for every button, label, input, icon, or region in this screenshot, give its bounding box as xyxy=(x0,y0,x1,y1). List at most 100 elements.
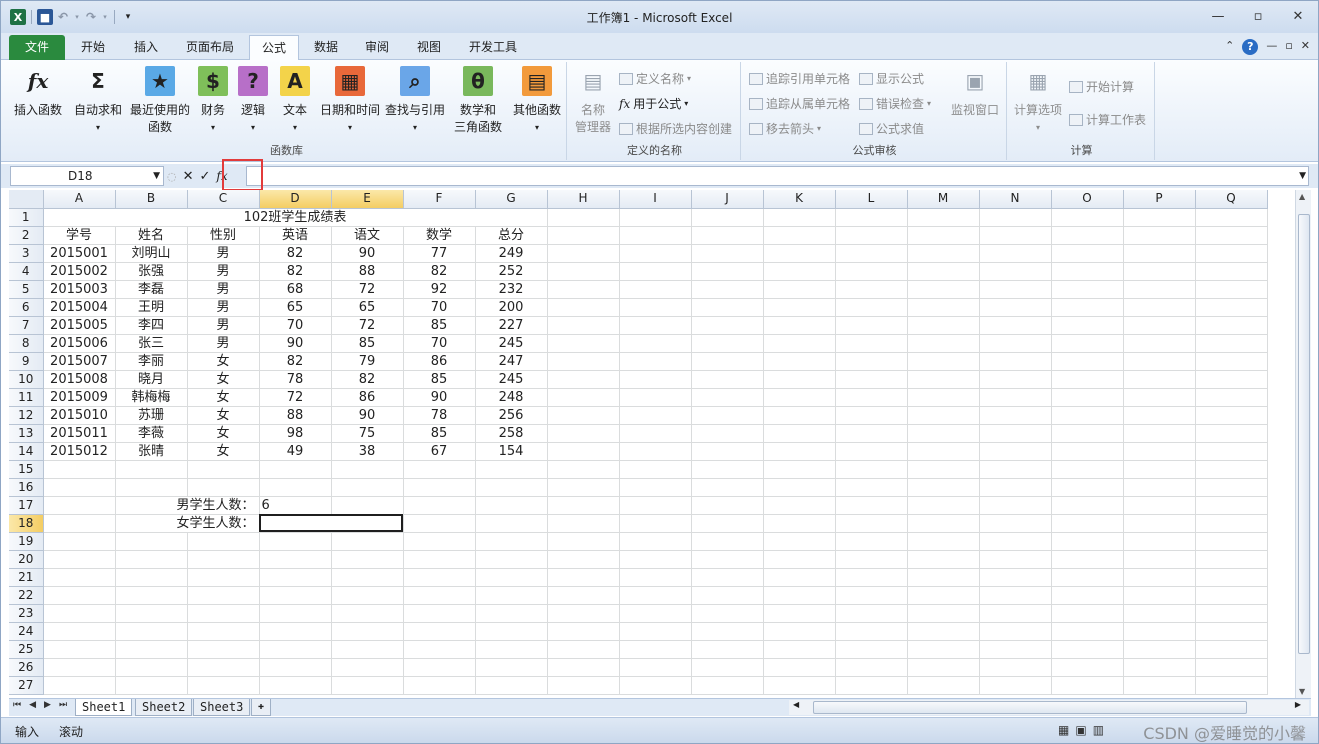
cell[interactable] xyxy=(547,478,620,497)
data-cell[interactable]: 90 xyxy=(403,388,476,407)
cell[interactable] xyxy=(979,352,1052,371)
cell[interactable] xyxy=(619,550,692,569)
cell[interactable] xyxy=(331,496,404,515)
cell[interactable] xyxy=(331,604,404,623)
cell[interactable] xyxy=(403,622,476,641)
data-cell[interactable]: 92 xyxy=(403,280,476,299)
excel-logo-icon[interactable]: X xyxy=(10,9,26,25)
page-layout-view-icon[interactable]: ▣ xyxy=(1075,723,1086,737)
select-all-corner[interactable] xyxy=(9,190,44,209)
evaluate-formula-button[interactable]: 公式求值 xyxy=(859,120,924,137)
cell[interactable] xyxy=(619,658,692,677)
data-cell[interactable]: 88 xyxy=(331,262,404,281)
cell[interactable] xyxy=(1051,676,1124,695)
cell[interactable] xyxy=(1051,424,1124,443)
cell[interactable] xyxy=(331,658,404,677)
cell[interactable] xyxy=(259,568,332,587)
cell[interactable] xyxy=(43,640,116,659)
cell[interactable] xyxy=(1051,550,1124,569)
data-cell[interactable]: 李四 xyxy=(115,316,188,335)
cell[interactable] xyxy=(1123,514,1196,533)
cell[interactable] xyxy=(1195,640,1268,659)
data-cell[interactable]: 李薇 xyxy=(115,424,188,443)
cell[interactable] xyxy=(259,550,332,569)
data-cell[interactable]: 75 xyxy=(331,424,404,443)
tab-view[interactable]: 视图 xyxy=(405,35,453,60)
cell[interactable] xyxy=(619,388,692,407)
cell[interactable] xyxy=(1195,658,1268,677)
data-cell[interactable]: 90 xyxy=(259,334,332,353)
cell[interactable] xyxy=(835,568,908,587)
cell[interactable] xyxy=(691,262,764,281)
cell[interactable] xyxy=(619,514,692,533)
row-header[interactable]: 6 xyxy=(9,298,44,317)
cell[interactable] xyxy=(1051,226,1124,245)
cell[interactable] xyxy=(619,298,692,317)
column-header-i[interactable]: I xyxy=(619,190,692,209)
cell[interactable] xyxy=(547,226,620,245)
row-header[interactable]: 17 xyxy=(9,496,44,515)
cell[interactable] xyxy=(115,460,188,479)
cell[interactable] xyxy=(547,316,620,335)
cell[interactable] xyxy=(475,622,548,641)
cell[interactable] xyxy=(1123,226,1196,245)
cell[interactable] xyxy=(763,676,836,695)
cell[interactable] xyxy=(403,604,476,623)
redo-dropdown-icon[interactable]: ▾ xyxy=(101,9,109,25)
data-cell[interactable]: 女 xyxy=(187,442,260,461)
autosum-button[interactable]: Σ 自动求和 ▾ xyxy=(71,66,125,136)
data-cell[interactable]: 2015003 xyxy=(43,280,116,299)
data-cell[interactable]: 90 xyxy=(331,406,404,425)
cell[interactable] xyxy=(1123,496,1196,515)
column-header-d[interactable]: D xyxy=(259,190,332,209)
cell[interactable] xyxy=(331,460,404,479)
cell[interactable] xyxy=(403,550,476,569)
cell[interactable] xyxy=(691,208,764,227)
more-functions-button[interactable]: ▤ 其他函数 ▾ xyxy=(509,66,565,136)
cell[interactable] xyxy=(619,262,692,281)
data-cell[interactable]: 49 xyxy=(259,442,332,461)
data-cell[interactable]: 男 xyxy=(187,280,260,299)
cell[interactable] xyxy=(1051,208,1124,227)
cell[interactable] xyxy=(403,586,476,605)
row-header[interactable]: 4 xyxy=(9,262,44,281)
cell[interactable] xyxy=(619,334,692,353)
cell[interactable] xyxy=(979,298,1052,317)
data-cell[interactable]: 245 xyxy=(475,370,548,389)
cell[interactable] xyxy=(187,640,260,659)
cell[interactable] xyxy=(691,622,764,641)
data-cell[interactable]: 2015010 xyxy=(43,406,116,425)
cell[interactable] xyxy=(763,370,836,389)
cell[interactable] xyxy=(1123,478,1196,497)
data-cell[interactable]: 200 xyxy=(475,298,548,317)
formula-input[interactable]: ▼ xyxy=(246,166,1309,186)
cell[interactable] xyxy=(907,532,980,551)
cell[interactable] xyxy=(835,388,908,407)
cell[interactable] xyxy=(43,658,116,677)
column-header-n[interactable]: N xyxy=(979,190,1052,209)
cell[interactable] xyxy=(1051,352,1124,371)
cell[interactable] xyxy=(691,676,764,695)
cell[interactable] xyxy=(1123,460,1196,479)
cell[interactable] xyxy=(547,280,620,299)
cell[interactable] xyxy=(115,532,188,551)
cell[interactable] xyxy=(619,370,692,389)
cell[interactable] xyxy=(691,370,764,389)
cell[interactable] xyxy=(187,676,260,695)
cell[interactable] xyxy=(187,460,260,479)
data-cell[interactable]: 245 xyxy=(475,334,548,353)
cell[interactable] xyxy=(691,586,764,605)
cell[interactable] xyxy=(763,550,836,569)
cell[interactable] xyxy=(907,550,980,569)
cell[interactable] xyxy=(547,514,620,533)
cell[interactable] xyxy=(835,262,908,281)
data-cell[interactable]: 李磊 xyxy=(115,280,188,299)
cell[interactable] xyxy=(619,208,692,227)
cell[interactable] xyxy=(619,478,692,497)
error-checking-button[interactable]: 错误检查 ▾ xyxy=(859,95,931,112)
cell[interactable] xyxy=(547,352,620,371)
cell[interactable] xyxy=(1051,334,1124,353)
cell[interactable] xyxy=(691,658,764,677)
header-cell[interactable]: 性别 xyxy=(187,226,260,245)
cell[interactable] xyxy=(907,208,980,227)
